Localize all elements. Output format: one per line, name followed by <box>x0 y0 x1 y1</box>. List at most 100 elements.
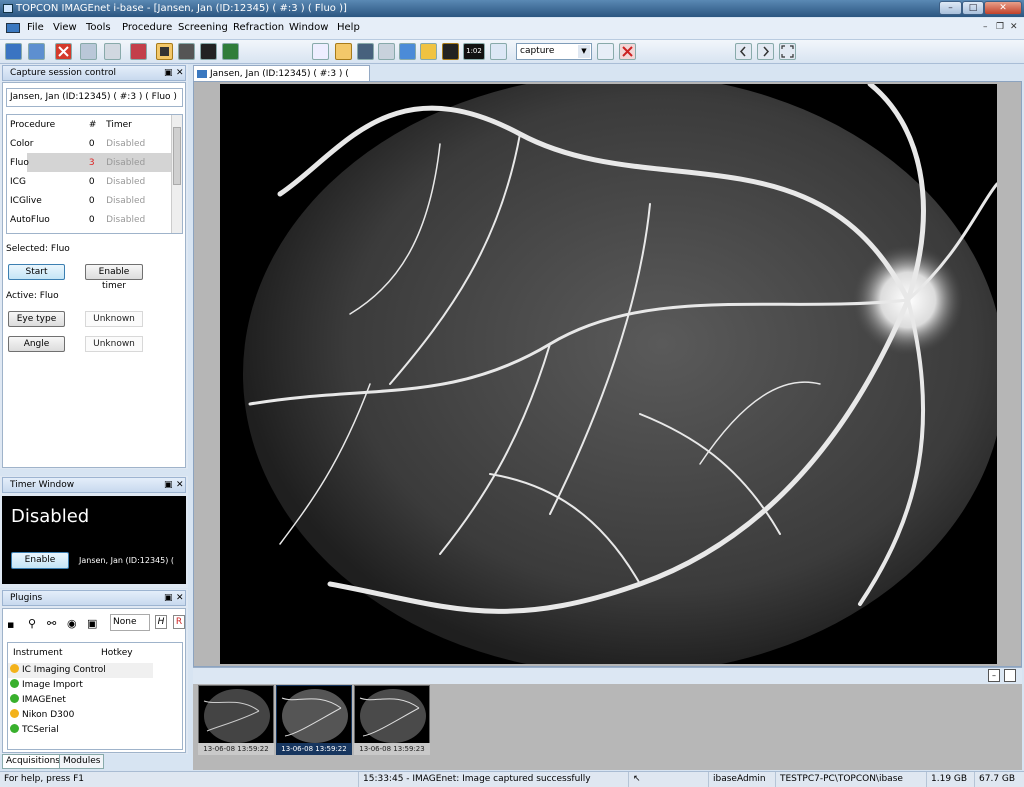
tab-acquisitions[interactable]: Acquisitions <box>2 754 64 769</box>
menu-window[interactable]: Window <box>289 22 328 33</box>
scrollbar-thumb[interactable] <box>173 127 181 185</box>
table-row[interactable]: ICG 0 Disabled <box>7 172 172 191</box>
timer-patient: Jansen, Jan (ID:12345) ( <box>79 556 175 565</box>
thumb-minimize-icon[interactable]: – <box>988 669 1000 682</box>
zoom-icon[interactable] <box>312 43 329 60</box>
document-menu-icon[interactable] <box>6 23 20 33</box>
menu-procedure[interactable]: Procedure <box>122 22 172 33</box>
fullscreen-icon[interactable] <box>779 43 796 60</box>
mdi-restore-icon[interactable]: ❐ <box>996 22 1004 32</box>
toolbar: 1:02 capture ▼ <box>0 40 1024 64</box>
export-icon[interactable] <box>104 43 121 60</box>
thumbnail-1-caption: 13-06-08 13:59:22 <box>198 743 274 755</box>
camera-icon[interactable]: ▪ <box>7 618 14 631</box>
list-item[interactable]: Image Import <box>8 678 83 693</box>
angle-button[interactable]: Angle <box>8 336 65 352</box>
column-timer[interactable]: Timer <box>103 115 172 134</box>
monitor-icon[interactable] <box>442 43 459 60</box>
column-procedure[interactable]: Procedure <box>7 115 86 134</box>
capture-mode-icon[interactable] <box>335 43 352 60</box>
save-as-icon[interactable] <box>28 43 45 60</box>
layout-1x1-icon[interactable] <box>178 43 195 60</box>
dock-icon[interactable]: ▣ <box>164 591 173 605</box>
help-icon[interactable]: H <box>155 615 167 629</box>
timer-display[interactable]: 1:02 <box>463 43 485 60</box>
print-icon[interactable] <box>80 43 97 60</box>
table-row[interactable]: ICGlive 0 Disabled <box>7 191 172 210</box>
procedure-count: 0 <box>88 176 95 187</box>
enable-timer-button[interactable]: Enable timer <box>85 264 143 291</box>
patient-field[interactable]: Jansen, Jan (ID:12345) ( #:3 ) ( Fluo ) <box>6 88 183 107</box>
instrument-name: Image Import <box>22 680 83 690</box>
device-icon[interactable]: ▣ <box>87 617 97 630</box>
mdi-minimize-icon[interactable]: – <box>983 22 988 32</box>
list-item[interactable]: IC Imaging Control <box>8 663 153 678</box>
tab-modules[interactable]: Modules <box>59 754 105 769</box>
list-item[interactable]: IMAGEnet <box>8 693 66 708</box>
close-icon[interactable]: ✕ <box>176 66 184 80</box>
close-button[interactable]: ✕ <box>984 1 1022 15</box>
menu-refraction[interactable]: Refraction <box>233 22 284 33</box>
procedure-timer: Disabled <box>106 195 146 206</box>
dock-icon[interactable]: ▣ <box>164 66 173 80</box>
status-path: TESTPC7-PC\TOPCON\ibase <box>775 772 903 787</box>
menu-file[interactable]: File <box>27 22 44 33</box>
table-row[interactable]: Color 0 Disabled <box>7 134 172 153</box>
plug-icon[interactable]: ⚯ <box>47 617 56 630</box>
previous-icon[interactable] <box>735 43 752 60</box>
column-hotkey[interactable]: Hotkey <box>101 648 133 658</box>
start-button[interactable]: Start <box>8 264 65 280</box>
status-space-1: 1.19 GB <box>926 772 967 787</box>
list-item[interactable]: Nikon D300 <box>8 708 74 723</box>
procedure-count: 0 <box>88 138 95 149</box>
procedure-timer: Disabled <box>103 153 172 172</box>
menu-view[interactable]: View <box>53 22 77 33</box>
document-tab[interactable]: Jansen, Jan (ID:12345) ( #:3 ) ( Fluo ) <box>193 65 370 95</box>
report-icon[interactable] <box>130 43 147 60</box>
procedure-name: ICG <box>10 176 26 187</box>
delete-icon[interactable] <box>55 43 72 60</box>
eye-icon[interactable]: ◉ <box>67 617 77 630</box>
list-icon[interactable] <box>378 43 395 60</box>
list-item[interactable]: TCSerial <box>8 723 59 738</box>
cancel-icon[interactable] <box>619 43 636 60</box>
windows-icon[interactable] <box>490 43 507 60</box>
table-row[interactable]: AutoFluo 0 Disabled <box>7 210 172 229</box>
timer-enable-button[interactable]: Enable timer <box>11 552 69 579</box>
color-icon[interactable] <box>420 43 437 60</box>
menu-bar: File View Tools Procedure Screening Refr… <box>0 18 1024 40</box>
next-icon[interactable] <box>757 43 774 60</box>
eye-type-value: Unknown <box>85 311 143 327</box>
layout-grid-icon[interactable] <box>200 43 217 60</box>
maximize-button[interactable]: □ <box>962 1 984 15</box>
hotkey-field[interactable]: None <box>110 614 150 631</box>
overview-icon[interactable] <box>399 43 416 60</box>
close-icon[interactable]: ✕ <box>176 478 184 492</box>
window-icon[interactable] <box>597 43 614 60</box>
table-scrollbar[interactable] <box>171 115 182 233</box>
menu-help[interactable]: Help <box>337 22 360 33</box>
mode-dropdown[interactable]: capture ▼ <box>516 43 592 60</box>
menu-screening[interactable]: Screening <box>178 22 228 33</box>
fundus-image[interactable] <box>220 74 1005 674</box>
timer-panel-header: Timer Window ▣ ✕ <box>2 477 186 493</box>
column-instrument[interactable]: Instrument <box>13 648 63 658</box>
column-count[interactable]: # <box>86 115 103 134</box>
close-icon[interactable]: ✕ <box>176 591 184 605</box>
table-row-selected[interactable]: Fluo 3 Disabled <box>7 153 172 172</box>
thumb-restore-icon[interactable] <box>1004 669 1016 682</box>
wrench-icon[interactable]: ⚲ <box>28 617 36 630</box>
layout-multi-icon[interactable] <box>222 43 239 60</box>
compare-icon[interactable] <box>357 43 374 60</box>
remove-icon[interactable]: R <box>173 615 185 629</box>
capture-panel-header: Capture session control ▣ ✕ <box>2 65 186 81</box>
minimize-button[interactable]: – <box>939 1 962 15</box>
dock-icon[interactable]: ▣ <box>164 478 173 492</box>
status-space-2: 67.7 GB <box>974 772 1015 787</box>
layout-single-icon[interactable] <box>156 43 173 60</box>
instrument-name: IMAGEnet <box>22 695 66 705</box>
save-icon[interactable] <box>5 43 22 60</box>
menu-tools[interactable]: Tools <box>86 22 111 33</box>
eye-type-button[interactable]: Eye type <box>8 311 65 327</box>
mdi-close-icon[interactable]: ✕ <box>1010 22 1018 32</box>
